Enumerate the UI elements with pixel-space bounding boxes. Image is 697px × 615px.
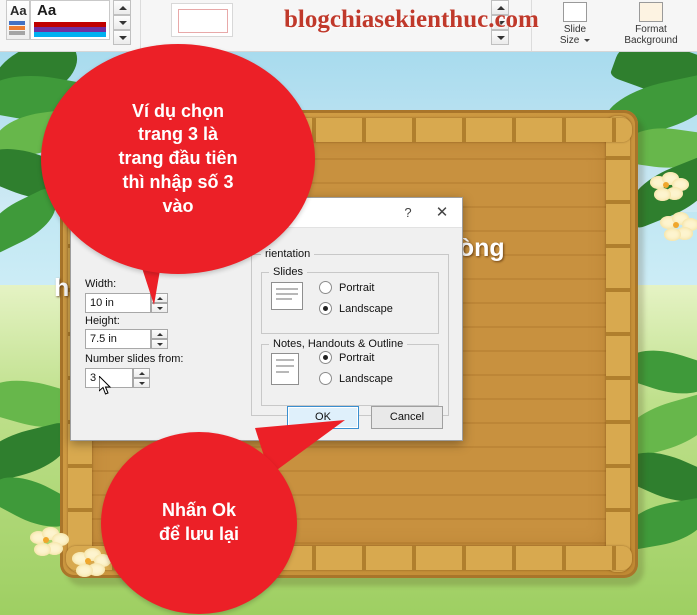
preview-line — [276, 288, 298, 290]
flower-center — [43, 537, 49, 543]
flower-center — [663, 182, 669, 188]
gallery-expand-button[interactable] — [113, 30, 131, 45]
callout-bottom-text: Nhấn Ok để lưu lại — [158, 500, 240, 544]
close-icon[interactable]: ✕ — [428, 202, 456, 224]
height-input[interactable]: 7.5 in — [85, 329, 151, 349]
quick-styles-gallery[interactable]: Aa — [30, 0, 110, 40]
flower-center — [673, 222, 679, 228]
height-spinner[interactable] — [151, 329, 168, 349]
chevron-down-more-icon — [497, 36, 505, 40]
preview-line — [276, 298, 292, 300]
callout-top: Ví dụ chọn trang 3 là trang đầu tiên thì… — [41, 44, 315, 274]
format-background-label: Format Background — [624, 24, 678, 46]
shape-style-preview — [178, 9, 228, 33]
slides-portrait-radio[interactable] — [319, 281, 332, 294]
quick-style-stripe-3 — [34, 32, 106, 37]
height-label: Height: — [85, 315, 120, 327]
gallery-scroll-down-button[interactable] — [113, 15, 131, 30]
chevron-up-icon — [139, 372, 145, 375]
height-spin-down[interactable] — [151, 339, 168, 349]
flower-petal — [76, 564, 93, 577]
flower-petal — [664, 228, 681, 241]
wordart-gallery-scroll[interactable] — [113, 0, 131, 46]
ribbon-group-wordart: Aa Aa — [0, 0, 141, 51]
slides-group-label: Slides — [269, 266, 307, 278]
chevron-down-icon — [157, 343, 163, 346]
notes-portrait-label[interactable]: Portrait — [339, 352, 374, 364]
slides-landscape-radio[interactable] — [319, 302, 332, 315]
gallery-scroll-up-button[interactable] — [113, 0, 131, 15]
number-spin-up[interactable] — [133, 368, 150, 378]
bamboo-pole-right — [606, 116, 630, 572]
shape-style-thumbnail[interactable] — [171, 3, 233, 37]
flower-center — [85, 558, 91, 564]
slides-orientation-preview-icon — [271, 282, 303, 310]
screenshot-root: Aa Aa Slide Size Format Background phòng… — [0, 0, 697, 615]
callout-bottom: Nhấn Ok để lưu lại — [101, 432, 297, 614]
orientation-group-label: rientation — [261, 248, 315, 260]
wordart-styles-thumbnail[interactable]: Aa — [6, 0, 30, 40]
watermark-text: blogchiasekienthuc.com — [284, 6, 539, 33]
wordart-color-bar-1 — [9, 21, 25, 25]
flower-petal — [34, 543, 51, 556]
notes-landscape-radio[interactable] — [319, 372, 332, 385]
mouse-cursor-icon — [99, 376, 112, 395]
chevron-down-icon — [119, 21, 127, 25]
wordart-color-bar-3 — [9, 31, 25, 35]
slide-size-label: Slide Size — [560, 24, 591, 46]
format-background-button[interactable]: Format Background — [612, 2, 690, 46]
chevron-down-icon — [584, 38, 591, 42]
number-slides-from-label: Number slides from: — [85, 353, 184, 365]
slides-landscape-label[interactable]: Landscape — [339, 303, 393, 315]
slides-portrait-label[interactable]: Portrait — [339, 282, 374, 294]
notes-orientation-preview-icon — [271, 353, 299, 385]
number-slides-spinner[interactable] — [133, 368, 150, 388]
width-label: Width: — [85, 278, 117, 290]
preview-line — [276, 365, 294, 367]
cancel-button[interactable]: Cancel — [371, 406, 443, 429]
help-icon[interactable]: ? — [394, 202, 422, 224]
chevron-up-icon — [119, 6, 127, 10]
wordart-color-bar-2 — [9, 26, 25, 30]
chevron-down-icon — [139, 382, 145, 385]
chevron-up-icon — [157, 333, 163, 336]
wordart-sample-text: Aa — [10, 3, 27, 18]
preview-line — [276, 359, 294, 361]
callout-top-text: Ví dụ chọn trang 3 là trang đầu tiên thì… — [118, 100, 238, 216]
flower-petal — [654, 188, 671, 201]
ribbon-group-customize: Slide Size Format Background — [532, 0, 697, 51]
chevron-down-more-icon — [119, 36, 127, 40]
slide-size-button[interactable]: Slide Size — [546, 2, 604, 46]
number-spin-down[interactable] — [133, 378, 150, 388]
preview-line — [276, 293, 298, 295]
fill-icon — [639, 2, 663, 22]
notes-group-label: Notes, Handouts & Outline — [269, 338, 408, 350]
quick-styles-sample-text: Aa — [37, 2, 57, 19]
page-icon — [563, 2, 587, 22]
notes-landscape-label[interactable]: Landscape — [339, 373, 393, 385]
preview-line — [276, 371, 289, 373]
height-spin-up[interactable] — [151, 329, 168, 339]
notes-portrait-radio[interactable] — [319, 351, 332, 364]
